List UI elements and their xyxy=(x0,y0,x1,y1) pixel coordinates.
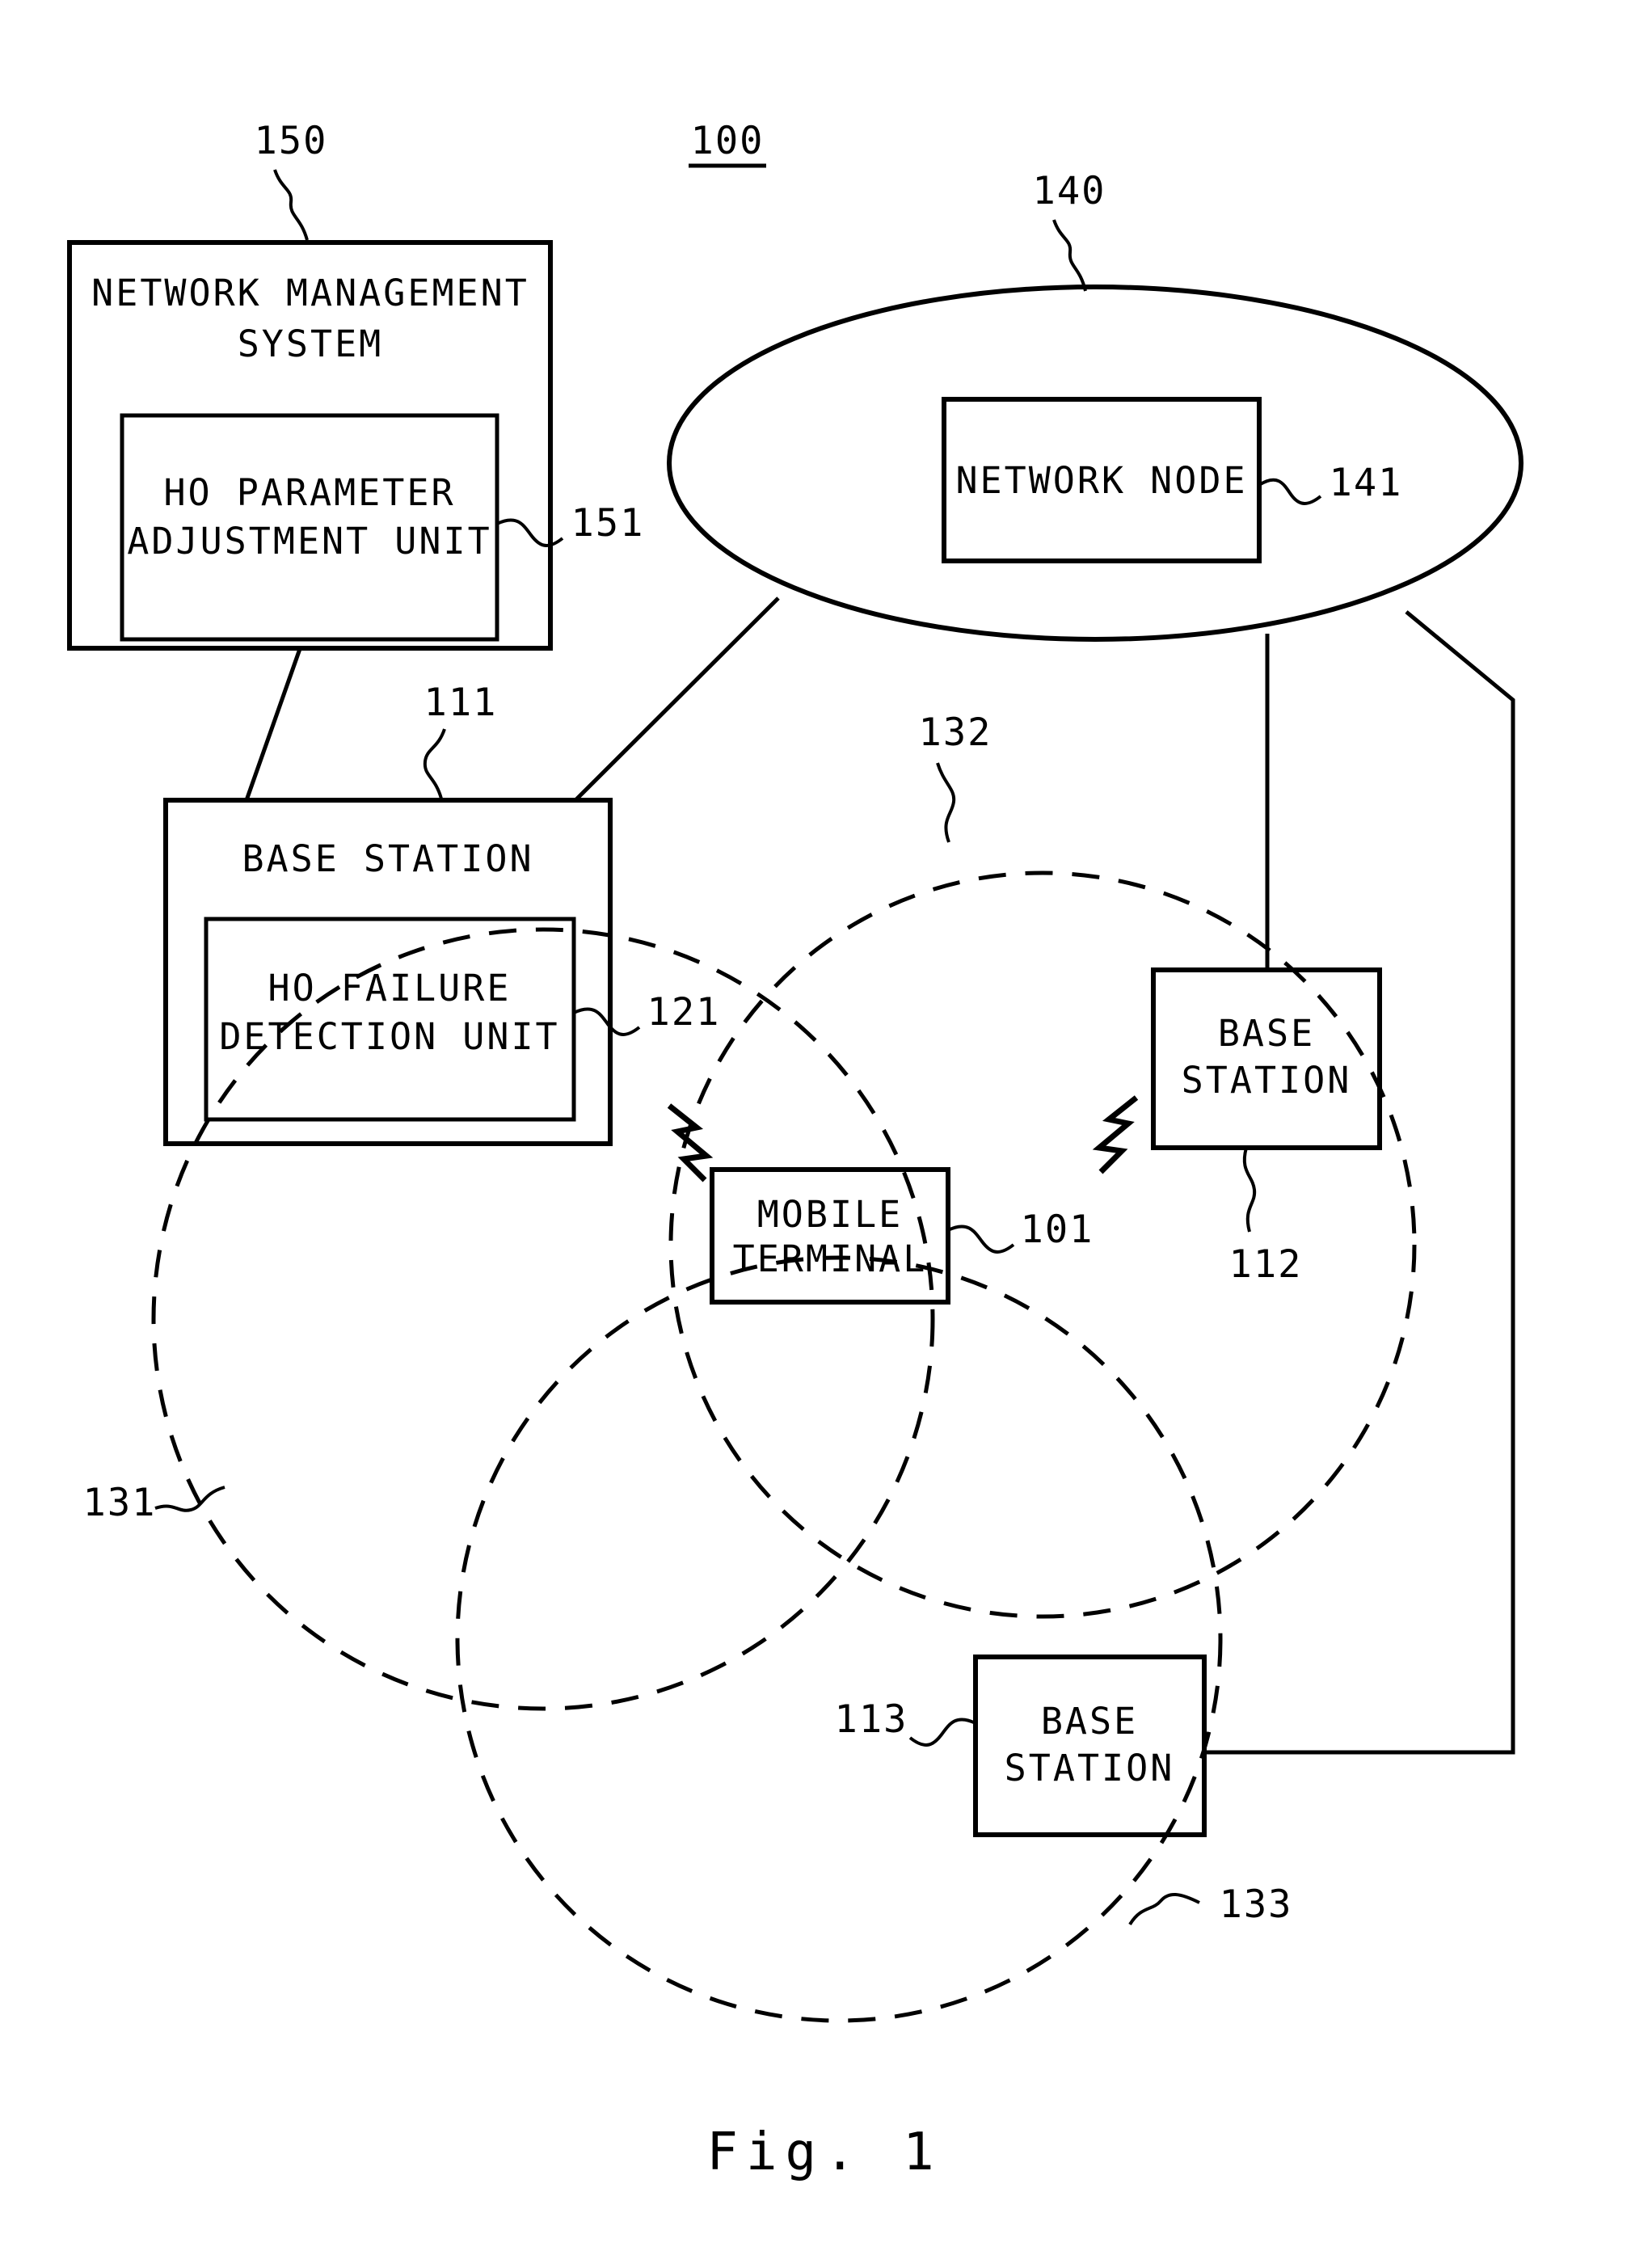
ref-101: 101 xyxy=(1021,1208,1094,1252)
ho-param-label-line2: ADJUSTMENT UNIT xyxy=(127,520,491,563)
ref-112: 112 xyxy=(1229,1242,1303,1287)
lead-line-131 xyxy=(154,1486,225,1512)
base-station-113-label-line1: BASE xyxy=(1041,1700,1138,1743)
ho-failure-label-line1: HO FAILURE xyxy=(268,967,512,1010)
lead-line-132 xyxy=(936,762,956,843)
ref-111: 111 xyxy=(424,681,498,725)
cell-133-circle xyxy=(455,1255,1223,2023)
nms-label-line1: NETWORK MANAGEMENT xyxy=(91,272,529,314)
base-station-111-block: BASE STATION 111 HO FAILURE DETECTION UN… xyxy=(163,681,721,1146)
lightning-bolt-icon-right xyxy=(1092,1095,1139,1174)
lead-line-101 xyxy=(947,1225,1015,1254)
network-management-system-block: NETWORK MANAGEMENT SYSTEM 150 HO PARAMET… xyxy=(67,119,645,651)
base-station-113-block: BASE STATION 113 xyxy=(835,1655,1207,1837)
mobile-terminal-label-line2: TERMINAL xyxy=(733,1237,928,1280)
ho-param-label-line1: HO PARAMETER xyxy=(163,471,455,514)
base-station-111-label: BASE STATION xyxy=(242,837,533,880)
system-ref-100-label: 100 xyxy=(691,119,765,163)
lead-line-112 xyxy=(1242,1147,1257,1233)
cell-reference-leaders: 131 132 133 xyxy=(83,710,1293,1927)
ref-150: 150 xyxy=(255,119,328,163)
ref-151: 151 xyxy=(571,501,645,546)
lead-line-133 xyxy=(1128,1893,1200,1926)
system-ref-100: 100 xyxy=(689,119,766,168)
base-station-113-label-line2: STATION xyxy=(1005,1747,1175,1789)
lead-line-111 xyxy=(423,728,446,799)
mobile-terminal-block: MOBILE TERMINAL 101 xyxy=(710,1167,1094,1305)
ref-132: 132 xyxy=(919,710,992,755)
base-station-113-box xyxy=(973,1655,1207,1837)
lead-line-141 xyxy=(1258,478,1322,505)
link-core-to-bs111 xyxy=(574,596,780,802)
network-node-block: NETWORK NODE 141 xyxy=(942,397,1403,563)
patent-figure-1: 100 140 NETWORK NODE 141 NETWORK MANAGEM… xyxy=(0,0,1652,2251)
base-station-112-block: BASE STATION 112 xyxy=(1151,967,1382,1287)
lead-line-113 xyxy=(908,1718,976,1747)
ref-121: 121 xyxy=(647,990,721,1035)
figure-caption: Fig. 1 xyxy=(706,2122,942,2182)
ref-131: 131 xyxy=(83,1481,157,1525)
ref-140: 140 xyxy=(1033,169,1106,213)
ref-113: 113 xyxy=(835,1697,908,1742)
mobile-terminal-label-line1: MOBILE xyxy=(757,1193,904,1236)
core-network-ellipse: 140 xyxy=(667,169,1523,642)
lightning-bolt-icon-left xyxy=(667,1103,714,1182)
mobile-terminal-box xyxy=(710,1167,950,1305)
lead-line-150 xyxy=(273,169,309,241)
base-station-112-label-line1: BASE xyxy=(1218,1012,1315,1055)
nms-label-line2: SYSTEM xyxy=(238,322,384,365)
base-station-112-label-line2: STATION xyxy=(1182,1059,1352,1102)
lead-line-121 xyxy=(573,1007,641,1036)
ref-141: 141 xyxy=(1330,461,1403,505)
network-node-label: NETWORK NODE xyxy=(955,459,1247,502)
ref-133: 133 xyxy=(1220,1882,1293,1927)
ho-failure-label-line2: DETECTION UNIT xyxy=(219,1015,559,1058)
link-nms-to-bs111 xyxy=(244,646,303,801)
lead-line-140 xyxy=(1052,219,1087,292)
